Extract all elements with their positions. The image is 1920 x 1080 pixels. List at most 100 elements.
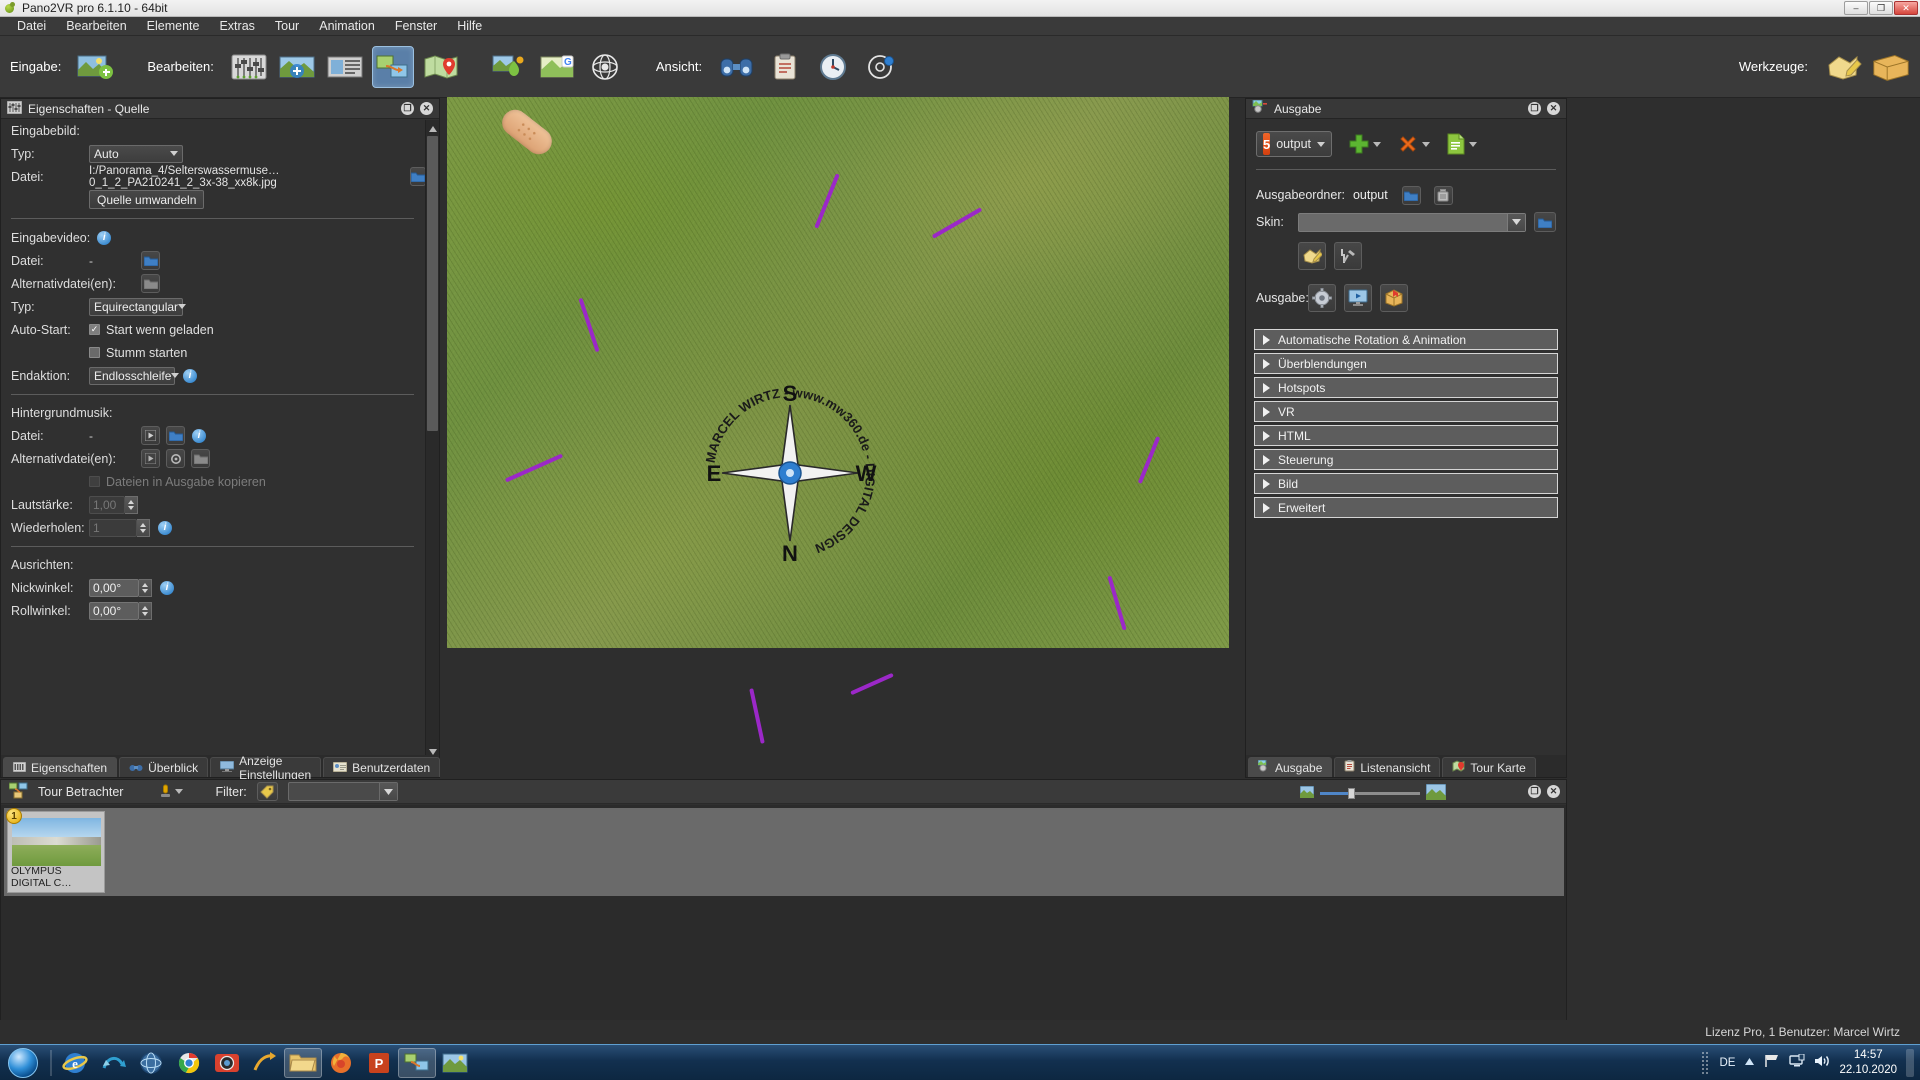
start-button[interactable] xyxy=(0,1046,46,1080)
browse-music-file-button[interactable] xyxy=(166,426,185,445)
roll-stepper[interactable] xyxy=(139,601,152,620)
info-icon-video[interactable]: i xyxy=(97,230,112,245)
roll-input[interactable]: 0,00° xyxy=(89,601,139,620)
browse-skin-button[interactable] xyxy=(1534,212,1556,232)
tab-ueberblick[interactable]: Überblick xyxy=(119,757,209,777)
menu-animation[interactable]: Animation xyxy=(310,17,384,35)
taskbar-photo-icon[interactable] xyxy=(436,1048,474,1078)
delete-output-folder-button[interactable] xyxy=(1433,185,1453,205)
zoom-slider-knob[interactable] xyxy=(1348,788,1355,799)
close-panel-icon[interactable]: ✕ xyxy=(420,102,433,115)
close-button[interactable]: ✕ xyxy=(1894,1,1918,15)
taskbar-chrome-icon[interactable] xyxy=(170,1048,208,1078)
play-music-alt-button[interactable] xyxy=(141,449,160,468)
skin-editor-button[interactable] xyxy=(1822,46,1864,88)
menu-extras[interactable]: Extras xyxy=(210,17,263,35)
small-thumbnail-icon[interactable] xyxy=(1299,785,1315,801)
taskbar-explorer-icon[interactable] xyxy=(284,1047,322,1078)
repeat-input[interactable]: 1 xyxy=(89,518,137,537)
music-alt-settings-button[interactable] xyxy=(166,449,185,468)
input-type-select[interactable]: Auto xyxy=(89,144,183,163)
tour-node-thumbnail[interactable]: 1 OLYMPUS DIGITAL C… xyxy=(6,808,105,893)
scroll-down-icon[interactable] xyxy=(428,745,438,755)
browse-video-file-button[interactable] xyxy=(141,251,160,270)
volume-input[interactable]: 1,00 xyxy=(89,495,125,514)
map-button[interactable] xyxy=(420,46,462,88)
chevron-down-icon[interactable] xyxy=(378,783,397,800)
taskbar-sync-icon[interactable] xyxy=(94,1048,132,1078)
menu-bearbeiten[interactable]: Bearbeiten xyxy=(57,17,135,35)
video-type-select[interactable]: Equirectangular xyxy=(89,297,187,316)
open-input-button[interactable] xyxy=(75,46,117,88)
add-output-button[interactable] xyxy=(1348,133,1381,155)
pitch-stepper[interactable] xyxy=(139,578,152,597)
skin-tools-button[interactable] xyxy=(1334,242,1362,270)
undock-icon[interactable]: ❐ xyxy=(1528,785,1541,798)
filter-input[interactable] xyxy=(287,782,398,801)
taskbar-camera-icon[interactable] xyxy=(208,1048,246,1078)
taskbar-pano2vr-icon[interactable] xyxy=(398,1047,436,1078)
levels-button[interactable] xyxy=(228,46,270,88)
accordion-ueberblendungen[interactable]: Überblendungen xyxy=(1254,353,1558,374)
close-panel-icon[interactable]: ✕ xyxy=(1547,785,1560,798)
tour-editor-button[interactable] xyxy=(371,45,414,88)
projection-button[interactable] xyxy=(584,46,626,88)
history-clock-button[interactable] xyxy=(812,46,854,88)
large-thumbnail-icon[interactable] xyxy=(1425,783,1447,803)
thumbnail-zoom-control[interactable] xyxy=(1299,783,1447,803)
show-desktop-button[interactable] xyxy=(1906,1048,1914,1077)
browse-video-alt-button[interactable] xyxy=(141,274,160,293)
accordion-erweitert[interactable]: Erweitert xyxy=(1254,497,1558,518)
filter-tag-button[interactable] xyxy=(256,782,278,801)
tour-view-mode-button[interactable] xyxy=(159,784,184,799)
play-music-button[interactable] xyxy=(141,426,160,445)
maximize-button[interactable]: ❐ xyxy=(1869,1,1893,15)
accordion-vr[interactable]: VR xyxy=(1254,401,1558,422)
taskbar-firefox-icon[interactable] xyxy=(322,1048,360,1078)
browse-input-file-button[interactable] xyxy=(409,167,426,186)
accordion-hotspots[interactable]: Hotspots xyxy=(1254,377,1558,398)
taskbar-arrow-icon[interactable] xyxy=(246,1048,284,1078)
menu-elemente[interactable]: Elemente xyxy=(138,17,209,35)
network-icon[interactable] xyxy=(1764,1054,1780,1071)
patch-button[interactable] xyxy=(276,46,318,88)
menu-hilfe[interactable]: Hilfe xyxy=(448,17,491,35)
google-maps-button[interactable]: G xyxy=(536,46,578,88)
settings-view-button[interactable] xyxy=(860,46,902,88)
volume-icon[interactable] xyxy=(1814,1054,1830,1071)
copy-files-checkbox[interactable] xyxy=(89,476,100,487)
pitch-input[interactable]: 0,00° xyxy=(89,578,139,597)
browse-output-folder-button[interactable] xyxy=(1401,185,1421,205)
tab-anzeige-einstellungen[interactable]: Anzeige Einstellungen xyxy=(210,754,322,782)
info-icon-repeat[interactable]: i xyxy=(158,520,172,535)
info-icon-pitch[interactable]: i xyxy=(160,580,174,595)
mute-checkbox[interactable] xyxy=(89,347,100,358)
accordion-bild[interactable]: Bild xyxy=(1254,473,1558,494)
output-format-select[interactable]: 5 output xyxy=(1256,131,1332,157)
browse-music-alt-button[interactable] xyxy=(191,449,210,468)
panorama-viewer[interactable]: MARCEL WIRTZ - www.mw360.de - DIGITAL DE… xyxy=(447,97,1229,648)
output-preview-button[interactable] xyxy=(1344,284,1372,312)
skin-select[interactable] xyxy=(1298,212,1526,232)
taskbar-powerpoint-icon[interactable]: P xyxy=(360,1048,398,1078)
insert-object-button[interactable] xyxy=(488,46,530,88)
output-settings-button[interactable] xyxy=(1308,284,1336,312)
accordion-html[interactable]: HTML xyxy=(1254,425,1558,446)
close-panel-icon[interactable]: ✕ xyxy=(1547,102,1560,115)
minimize-button[interactable]: – xyxy=(1844,1,1868,15)
undock-icon[interactable]: ❐ xyxy=(1528,102,1541,115)
clock[interactable]: 14:57 22.10.2020 xyxy=(1839,1048,1897,1077)
info-icon-music[interactable]: i xyxy=(192,428,206,443)
undock-icon[interactable]: ❐ xyxy=(401,102,414,115)
info-icon-endaction[interactable]: i xyxy=(183,368,197,383)
package-export-button[interactable] xyxy=(1870,46,1912,88)
preview-binoculars-button[interactable] xyxy=(716,46,758,88)
language-indicator[interactable]: DE xyxy=(1719,1057,1735,1069)
scroll-up-icon[interactable] xyxy=(428,122,438,132)
menu-datei[interactable]: Datei xyxy=(8,17,55,35)
properties-scrollbar[interactable] xyxy=(425,120,439,757)
show-hidden-icon[interactable] xyxy=(1744,1057,1755,1069)
clipboard-button[interactable] xyxy=(764,46,806,88)
tab-listenansicht[interactable]: Listenansicht xyxy=(1334,757,1441,777)
accordion-automatische-rotation[interactable]: Automatische Rotation & Animation xyxy=(1254,329,1558,350)
